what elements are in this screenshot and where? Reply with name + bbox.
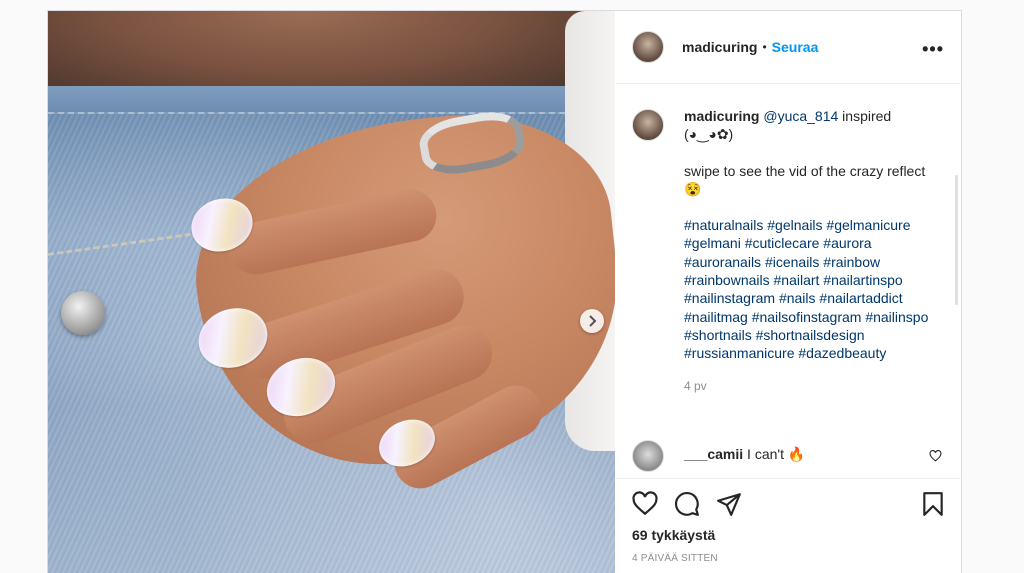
comment: ___camii I can't 🔥 [632, 440, 942, 472]
share-icon[interactable] [716, 491, 742, 517]
post-sidebar: madicuring • Seuraa ••• madicuring @yuca… [616, 11, 962, 573]
follow-button[interactable]: Seuraa [772, 39, 819, 55]
scrollbar[interactable] [955, 175, 958, 305]
heart-outline-icon [929, 449, 942, 462]
caption-line: swipe to see the vid of the crazy reflec… [684, 162, 926, 197]
hashtags[interactable]: #naturalnails #gelnails #gelmanicure #ge… [684, 216, 932, 362]
comment-like-button[interactable] [929, 449, 942, 465]
caption-username[interactable]: madicuring [684, 108, 759, 124]
heart-icon[interactable] [632, 491, 658, 517]
actions-bar: 69 tykkäystä 4 PÄIVÄÄ SITTEN [616, 478, 962, 573]
separator-dot: • [762, 40, 767, 54]
avatar[interactable] [632, 31, 664, 63]
post-photo[interactable] [48, 11, 615, 573]
jeans-rivet [61, 291, 105, 335]
caption-age: 4 pv [684, 378, 707, 393]
avatar[interactable] [632, 109, 664, 141]
caption-body: madicuring @yuca_814 inspired (◕‿◕✿) swi… [684, 107, 932, 395]
post-date: 4 PÄIVÄÄ SITTEN [632, 553, 718, 564]
instagram-post: madicuring • Seuraa ••• madicuring @yuca… [47, 10, 962, 573]
comments-section[interactable]: madicuring @yuca_814 inspired (◕‿◕✿) swi… [616, 85, 962, 477]
action-icons [632, 491, 742, 517]
header-username[interactable]: madicuring [682, 39, 757, 55]
likes-count[interactable]: 69 tykkäystä [632, 527, 715, 543]
caption: madicuring @yuca_814 inspired (◕‿◕✿) swi… [632, 107, 932, 395]
avatar[interactable] [632, 440, 664, 472]
more-options-icon[interactable]: ••• [922, 39, 944, 60]
bookmark-icon[interactable] [920, 491, 946, 517]
chevron-right-icon [589, 315, 597, 327]
comment-text: ___camii I can't 🔥 [684, 446, 805, 463]
next-image-button[interactable] [580, 309, 604, 333]
mention-link[interactable]: @yuca_814 [763, 108, 838, 124]
jeans-waistband [48, 86, 615, 114]
comment-username[interactable]: ___camii [684, 446, 743, 462]
comment-icon[interactable] [674, 491, 700, 517]
comment-body: I can't 🔥 [743, 446, 806, 462]
post-header: madicuring • Seuraa ••• [616, 11, 962, 84]
